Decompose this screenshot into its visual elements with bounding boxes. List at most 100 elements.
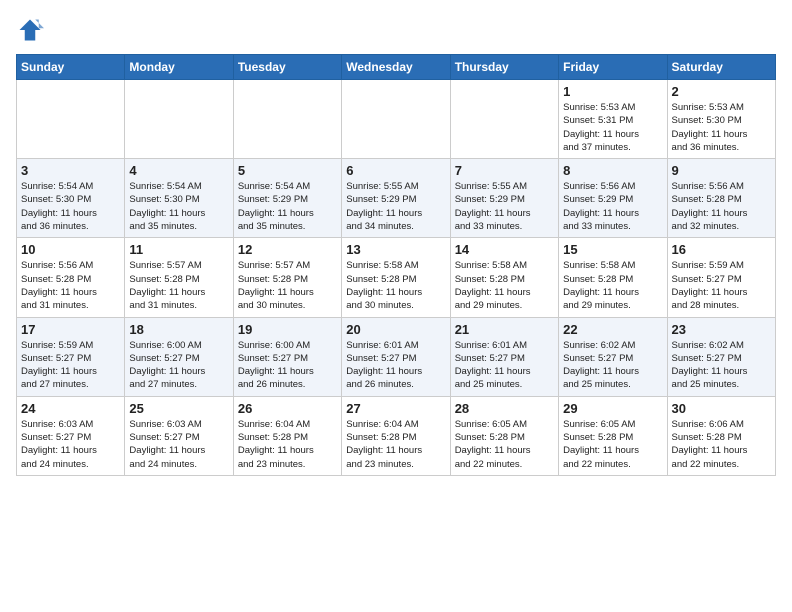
day-info: Sunrise: 5:54 AM Sunset: 5:29 PM Dayligh… (238, 180, 337, 233)
calendar-cell: 23 Sunrise: 6:02 AM Sunset: 5:27 PM Dayli… (667, 317, 775, 396)
logo (16, 16, 48, 44)
calendar-header: SundayMondayTuesdayWednesdayThursdayFrid… (17, 55, 776, 80)
calendar-week-row: 24 Sunrise: 6:03 AM Sunset: 5:27 PM Dayli… (17, 396, 776, 475)
day-number: 11 (129, 242, 228, 257)
day-info: Sunrise: 6:04 AM Sunset: 5:28 PM Dayligh… (238, 418, 337, 471)
calendar-cell: 12 Sunrise: 5:57 AM Sunset: 5:28 PM Dayli… (233, 238, 341, 317)
calendar-cell: 7 Sunrise: 5:55 AM Sunset: 5:29 PM Daylig… (450, 159, 558, 238)
calendar-cell (342, 80, 450, 159)
day-number: 19 (238, 322, 337, 337)
day-info: Sunrise: 5:55 AM Sunset: 5:29 PM Dayligh… (455, 180, 554, 233)
day-info: Sunrise: 5:53 AM Sunset: 5:31 PM Dayligh… (563, 101, 662, 154)
calendar-cell: 22 Sunrise: 6:02 AM Sunset: 5:27 PM Dayli… (559, 317, 667, 396)
day-info: Sunrise: 5:56 AM Sunset: 5:28 PM Dayligh… (21, 259, 120, 312)
day-number: 20 (346, 322, 445, 337)
calendar-cell: 5 Sunrise: 5:54 AM Sunset: 5:29 PM Daylig… (233, 159, 341, 238)
day-info: Sunrise: 5:59 AM Sunset: 5:27 PM Dayligh… (21, 339, 120, 392)
day-info: Sunrise: 5:54 AM Sunset: 5:30 PM Dayligh… (21, 180, 120, 233)
day-info: Sunrise: 6:00 AM Sunset: 5:27 PM Dayligh… (129, 339, 228, 392)
day-info: Sunrise: 5:54 AM Sunset: 5:30 PM Dayligh… (129, 180, 228, 233)
calendar-cell: 19 Sunrise: 6:00 AM Sunset: 5:27 PM Dayli… (233, 317, 341, 396)
day-info: Sunrise: 6:01 AM Sunset: 5:27 PM Dayligh… (346, 339, 445, 392)
day-info: Sunrise: 6:02 AM Sunset: 5:27 PM Dayligh… (563, 339, 662, 392)
day-info: Sunrise: 5:58 AM Sunset: 5:28 PM Dayligh… (563, 259, 662, 312)
calendar-cell: 27 Sunrise: 6:04 AM Sunset: 5:28 PM Dayli… (342, 396, 450, 475)
calendar-cell (233, 80, 341, 159)
calendar-cell: 28Sunrise: 6:05 AM Sunset: 5:28 PM Dayli… (450, 396, 558, 475)
day-number: 21 (455, 322, 554, 337)
day-info: Sunrise: 6:00 AM Sunset: 5:27 PM Dayligh… (238, 339, 337, 392)
day-number: 5 (238, 163, 337, 178)
day-number: 1 (563, 84, 662, 99)
calendar-week-row: 10 Sunrise: 5:56 AM Sunset: 5:28 PM Dayli… (17, 238, 776, 317)
weekday-header: Monday (125, 55, 233, 80)
calendar-cell: 2 Sunrise: 5:53 AM Sunset: 5:30 PM Daylig… (667, 80, 775, 159)
calendar-cell: 9 Sunrise: 5:56 AM Sunset: 5:28 PM Daylig… (667, 159, 775, 238)
calendar-cell: 3 Sunrise: 5:54 AM Sunset: 5:30 PM Daylig… (17, 159, 125, 238)
calendar-cell: 13 Sunrise: 5:58 AM Sunset: 5:28 PM Dayli… (342, 238, 450, 317)
calendar-week-row: 1 Sunrise: 5:53 AM Sunset: 5:31 PM Daylig… (17, 80, 776, 159)
day-number: 16 (672, 242, 771, 257)
calendar-cell: 30Sunrise: 6:06 AM Sunset: 5:28 PM Dayli… (667, 396, 775, 475)
calendar-body: 1 Sunrise: 5:53 AM Sunset: 5:31 PM Daylig… (17, 80, 776, 476)
day-number: 13 (346, 242, 445, 257)
calendar-cell: 21 Sunrise: 6:01 AM Sunset: 5:27 PM Dayli… (450, 317, 558, 396)
day-number: 17 (21, 322, 120, 337)
day-info: Sunrise: 5:57 AM Sunset: 5:28 PM Dayligh… (129, 259, 228, 312)
day-info: Sunrise: 6:01 AM Sunset: 5:27 PM Dayligh… (455, 339, 554, 392)
calendar-cell: 4 Sunrise: 5:54 AM Sunset: 5:30 PM Daylig… (125, 159, 233, 238)
day-number: 30 (672, 401, 771, 416)
calendar: SundayMondayTuesdayWednesdayThursdayFrid… (16, 54, 776, 476)
day-number: 29 (563, 401, 662, 416)
day-number: 27 (346, 401, 445, 416)
calendar-cell: 26 Sunrise: 6:04 AM Sunset: 5:28 PM Dayli… (233, 396, 341, 475)
day-number: 18 (129, 322, 228, 337)
day-number: 23 (672, 322, 771, 337)
logo-icon (16, 16, 44, 44)
day-number: 25 (129, 401, 228, 416)
calendar-cell: 17 Sunrise: 5:59 AM Sunset: 5:27 PM Dayli… (17, 317, 125, 396)
calendar-cell: 11 Sunrise: 5:57 AM Sunset: 5:28 PM Dayli… (125, 238, 233, 317)
day-info: Sunrise: 5:57 AM Sunset: 5:28 PM Dayligh… (238, 259, 337, 312)
day-number: 22 (563, 322, 662, 337)
day-info: Sunrise: 5:53 AM Sunset: 5:30 PM Dayligh… (672, 101, 771, 154)
day-info: Sunrise: 5:56 AM Sunset: 5:29 PM Dayligh… (563, 180, 662, 233)
day-number: 10 (21, 242, 120, 257)
day-number: 26 (238, 401, 337, 416)
day-number: 24 (21, 401, 120, 416)
day-number: 7 (455, 163, 554, 178)
day-number: 4 (129, 163, 228, 178)
day-number: 6 (346, 163, 445, 178)
day-info: Sunrise: 6:04 AM Sunset: 5:28 PM Dayligh… (346, 418, 445, 471)
day-number: 8 (563, 163, 662, 178)
day-number: 12 (238, 242, 337, 257)
day-info: Sunrise: 5:58 AM Sunset: 5:28 PM Dayligh… (346, 259, 445, 312)
day-info: Sunrise: 6:05 AM Sunset: 5:28 PM Dayligh… (563, 418, 662, 471)
weekday-header: Friday (559, 55, 667, 80)
day-number: 3 (21, 163, 120, 178)
page: SundayMondayTuesdayWednesdayThursdayFrid… (0, 0, 792, 486)
day-number: 2 (672, 84, 771, 99)
weekday-header: Thursday (450, 55, 558, 80)
calendar-cell (17, 80, 125, 159)
day-info: Sunrise: 6:05 AM Sunset: 5:28 PM Dayligh… (455, 418, 554, 471)
calendar-week-row: 3 Sunrise: 5:54 AM Sunset: 5:30 PM Daylig… (17, 159, 776, 238)
calendar-cell: 29 Sunrise: 6:05 AM Sunset: 5:28 PM Dayli… (559, 396, 667, 475)
day-info: Sunrise: 5:58 AM Sunset: 5:28 PM Dayligh… (455, 259, 554, 312)
header (16, 16, 776, 44)
weekday-header: Wednesday (342, 55, 450, 80)
calendar-cell: 10 Sunrise: 5:56 AM Sunset: 5:28 PM Dayli… (17, 238, 125, 317)
day-number: 9 (672, 163, 771, 178)
calendar-cell: 8 Sunrise: 5:56 AM Sunset: 5:29 PM Daylig… (559, 159, 667, 238)
calendar-cell: 24Sunrise: 6:03 AM Sunset: 5:27 PM Dayli… (17, 396, 125, 475)
day-info: Sunrise: 5:56 AM Sunset: 5:28 PM Dayligh… (672, 180, 771, 233)
day-info: Sunrise: 6:02 AM Sunset: 5:27 PM Dayligh… (672, 339, 771, 392)
calendar-cell: 25 Sunrise: 6:03 AM Sunset: 5:27 PM Dayli… (125, 396, 233, 475)
calendar-cell (450, 80, 558, 159)
calendar-cell: 1 Sunrise: 5:53 AM Sunset: 5:31 PM Daylig… (559, 80, 667, 159)
calendar-cell: 15Sunrise: 5:58 AM Sunset: 5:28 PM Dayli… (559, 238, 667, 317)
weekday-header: Tuesday (233, 55, 341, 80)
weekday-row: SundayMondayTuesdayWednesdayThursdayFrid… (17, 55, 776, 80)
day-info: Sunrise: 6:03 AM Sunset: 5:27 PM Dayligh… (129, 418, 228, 471)
calendar-cell: 14Sunrise: 5:58 AM Sunset: 5:28 PM Dayli… (450, 238, 558, 317)
